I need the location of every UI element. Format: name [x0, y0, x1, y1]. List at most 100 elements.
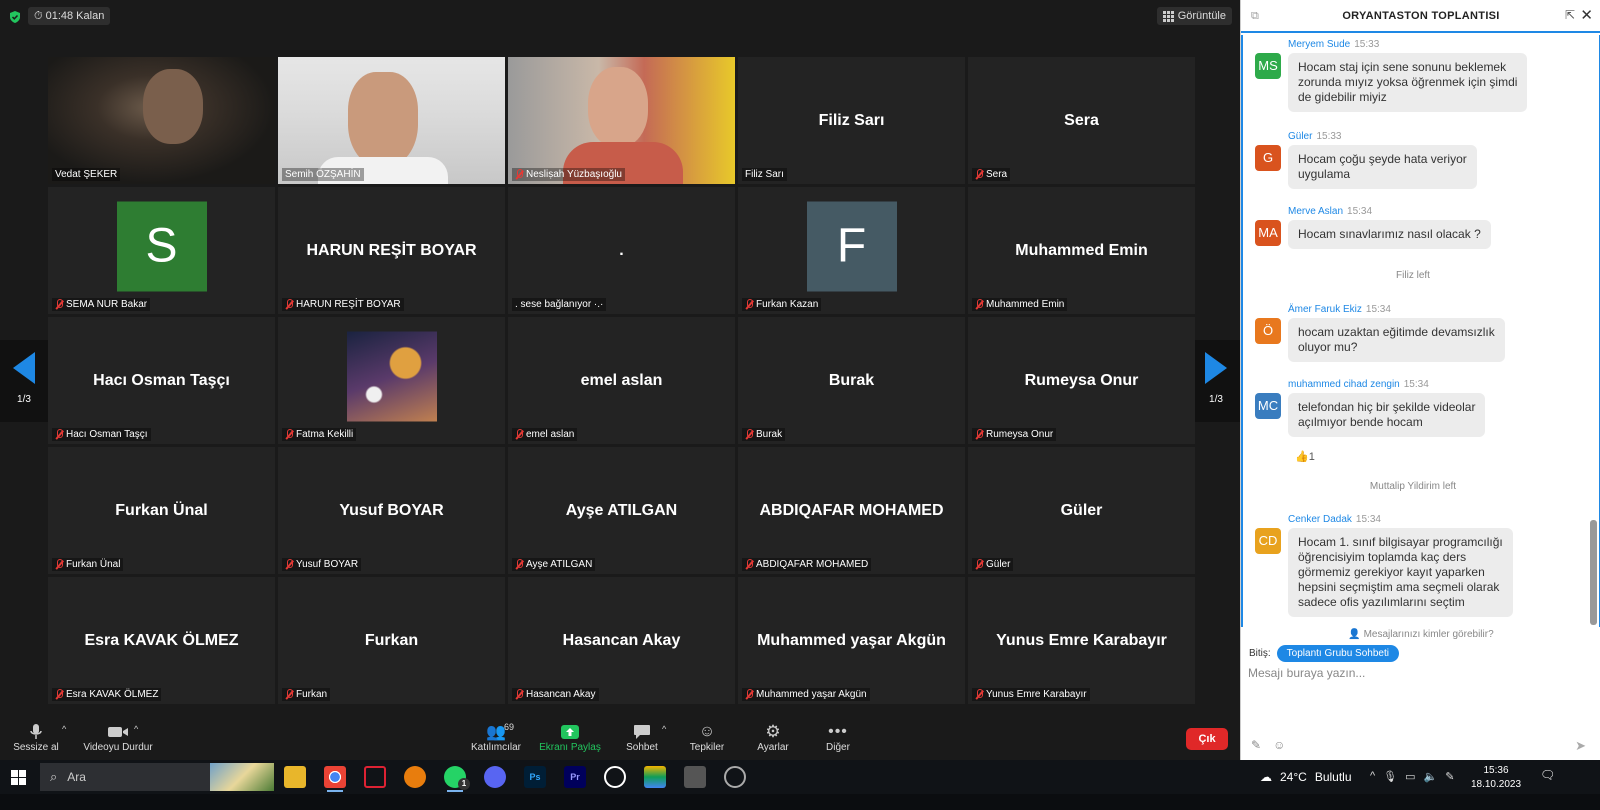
app-icon[interactable]: [684, 766, 706, 788]
muted-microphone-icon: [515, 559, 524, 570]
stop-video-button[interactable]: Videoyu Durdur: [80, 722, 156, 753]
participant-name-label: Esra KAVAK ÖLMEZ: [52, 688, 162, 701]
popout-icon[interactable]: ⇱: [1565, 8, 1575, 22]
participant-tile[interactable]: Fatma Kekilli: [278, 317, 505, 444]
message-bubble: hocam uzaktan eğitimde devamsızlık oluyo…: [1288, 318, 1505, 362]
shield-icon[interactable]: [8, 10, 22, 24]
participant-tile[interactable]: Ayşe ATILGAN Ayşe ATILGAN: [508, 447, 735, 574]
participant-display-name: Güler: [1060, 501, 1103, 519]
participant-tile[interactable]: Yunus Emre Karabayır Yunus Emre Karabayır: [968, 577, 1195, 704]
participant-tile[interactable]: Muhammed Emin Muhammed Emin: [968, 187, 1195, 314]
bluestacks-icon[interactable]: [644, 766, 666, 788]
muted-microphone-icon: [975, 429, 984, 440]
muted-microphone-icon: [745, 689, 754, 700]
participant-name-label: Sera: [972, 168, 1011, 181]
participant-tile[interactable]: Furkan Ünal Furkan Ünal: [48, 447, 275, 574]
participant-avatar: S: [116, 201, 207, 291]
chat-scrollbar[interactable]: [1590, 520, 1597, 625]
weather-widget[interactable]: ☁ 24°C Bulutlu: [1260, 770, 1352, 784]
reactions-button[interactable]: ☺ Tepkiler: [686, 722, 728, 753]
sender-name[interactable]: Meryem Sude: [1288, 39, 1350, 50]
participant-name-label: Yusuf BOYAR: [282, 558, 362, 571]
participant-tile[interactable]: Güler Güler: [968, 447, 1195, 574]
sender-name[interactable]: Ämer Faruk Ekiz: [1288, 304, 1362, 315]
emoji-icon[interactable]: ☺: [1273, 738, 1285, 752]
participant-tile[interactable]: Semih ÖZŞAHİN: [278, 57, 505, 184]
view-button[interactable]: Görüntüle: [1156, 7, 1232, 25]
send-icon[interactable]: ➤: [1575, 738, 1586, 754]
participant-tile[interactable]: ABDIQAFAR MOHAMED ABDIQAFAR MOHAMED: [738, 447, 965, 574]
zoom-meeting-screen: ⏱ 01:48 Kalan Görüntüle 1/3 1/3 Vedat ŞE…: [0, 0, 1600, 810]
windows-start-icon[interactable]: [11, 770, 26, 785]
settings-button[interactable]: ⚙ Ayarlar: [752, 722, 794, 753]
chat-options-caret-icon[interactable]: ^: [662, 724, 666, 734]
more-button[interactable]: ••• Diğer: [820, 722, 856, 753]
message-visibility-link[interactable]: 👤 Mesajlarınızı kimler görebilir?: [1241, 629, 1600, 640]
discord-icon[interactable]: [484, 766, 506, 788]
obs-icon[interactable]: [604, 766, 626, 788]
participant-tile[interactable]: HARUN REŞİT BOYAR HARUN REŞİT BOYAR: [278, 187, 505, 314]
chat-button[interactable]: Sohbet: [622, 722, 662, 753]
sender-name[interactable]: Merve Aslan: [1288, 206, 1343, 217]
volume-icon[interactable]: 🔈: [1424, 770, 1438, 783]
photoshop-icon[interactable]: Ps: [524, 766, 546, 788]
participant-tile[interactable]: F Furkan Kazan: [738, 187, 965, 314]
recipient-select[interactable]: Toplantı Grubu Sohbeti: [1276, 645, 1399, 662]
participant-tile[interactable]: Sera Sera: [968, 57, 1195, 184]
cloud-icon: ☁: [1260, 770, 1272, 784]
participant-tile[interactable]: Burak Burak: [738, 317, 965, 444]
participant-tile[interactable]: Rumeysa Onur Rumeysa Onur: [968, 317, 1195, 444]
participant-tile[interactable]: Vedat ŞEKER: [48, 57, 275, 184]
share-screen-button[interactable]: Ekranı Paylaş: [538, 722, 602, 753]
participant-name: Furkan Ünal: [66, 559, 121, 570]
taskbar-search[interactable]: ⌕ Ara: [40, 763, 274, 791]
leave-button[interactable]: Çık: [1186, 728, 1228, 750]
chat-messages[interactable]: Meryem Sude 15:33 MS Hocam staj için sene s…: [1241, 35, 1600, 627]
network-icon[interactable]: ▭: [1405, 770, 1415, 783]
vivaldi-icon[interactable]: [364, 766, 386, 788]
participant-tile[interactable]: Hasancan Akay Hasancan Akay: [508, 577, 735, 704]
chevron-up-icon[interactable]: ^: [1370, 770, 1375, 783]
participant-tile[interactable]: Esra KAVAK ÖLMEZ Esra KAVAK ÖLMEZ: [48, 577, 275, 704]
participant-tile[interactable]: Hacı Osman Taşçı Hacı Osman Taşçı: [48, 317, 275, 444]
participant-tile[interactable]: Nesliṣah Yüzbaşıoğlu: [508, 57, 735, 184]
participant-tile[interactable]: . . sese bağlanıyor ·.·: [508, 187, 735, 314]
participant-tile[interactable]: S SEMA NUR Bakar: [48, 187, 275, 314]
audio-options-caret-icon[interactable]: ^: [62, 724, 66, 734]
steam-icon[interactable]: [724, 766, 746, 788]
chat-message-input[interactable]: Mesajı buraya yazın...: [1248, 666, 1588, 680]
blender-icon[interactable]: [404, 766, 426, 788]
participant-name: Ayşe ATILGAN: [526, 559, 593, 570]
premiere-icon[interactable]: Pr: [564, 766, 586, 788]
bottom-edge: [0, 794, 1600, 810]
message-header: muhammed cihad zengin 15:34: [1288, 379, 1429, 390]
chat-minimize-icon[interactable]: ⧉: [1251, 10, 1265, 22]
sender-name[interactable]: Cenker Dadak: [1288, 514, 1352, 525]
participant-tile[interactable]: emel aslan emel aslan: [508, 317, 735, 444]
sender-name[interactable]: Güler: [1288, 131, 1312, 142]
participant-tile[interactable]: Furkan Furkan: [278, 577, 505, 704]
taskbar-clock[interactable]: 15:36 18.10.2023: [1470, 764, 1522, 792]
mute-button[interactable]: Sessize al: [12, 722, 60, 753]
participant-tile[interactable]: Muhammed yaşar Akgün Muhammed yaşar Akgün: [738, 577, 965, 704]
pen-icon[interactable]: ✎: [1445, 770, 1454, 783]
participant-tile[interactable]: Filiz Sarı Filiz Sarı: [738, 57, 965, 184]
whatsapp-icon[interactable]: 1: [444, 766, 470, 792]
sender-name[interactable]: muhammed cihad zengin: [1288, 379, 1400, 390]
microphone-tray-icon[interactable]: 🎙: [1383, 770, 1397, 783]
muted-microphone-icon: [515, 169, 524, 180]
chrome-icon[interactable]: [324, 766, 346, 792]
participant-tile[interactable]: Yusuf BOYAR Yusuf BOYAR: [278, 447, 505, 574]
participant-name: Sera: [986, 169, 1008, 180]
participant-name: ABDIQAFAR MOHAMED: [756, 559, 869, 570]
video-options-caret-icon[interactable]: ^: [134, 724, 138, 734]
file-explorer-icon[interactable]: [284, 766, 306, 788]
notification-icon[interactable]: 🗨: [1540, 768, 1555, 782]
format-icon[interactable]: ✎: [1251, 738, 1261, 752]
reaction-badge[interactable]: 👍1: [1295, 450, 1315, 463]
close-icon[interactable]: ✕: [1580, 6, 1593, 24]
view-label: Görüntüle: [1177, 10, 1226, 22]
participants-button[interactable]: 👥 69 Katılımcılar: [468, 722, 524, 753]
participant-name: Güler: [986, 559, 1011, 570]
previous-page-button[interactable]: 1/3: [0, 340, 48, 422]
